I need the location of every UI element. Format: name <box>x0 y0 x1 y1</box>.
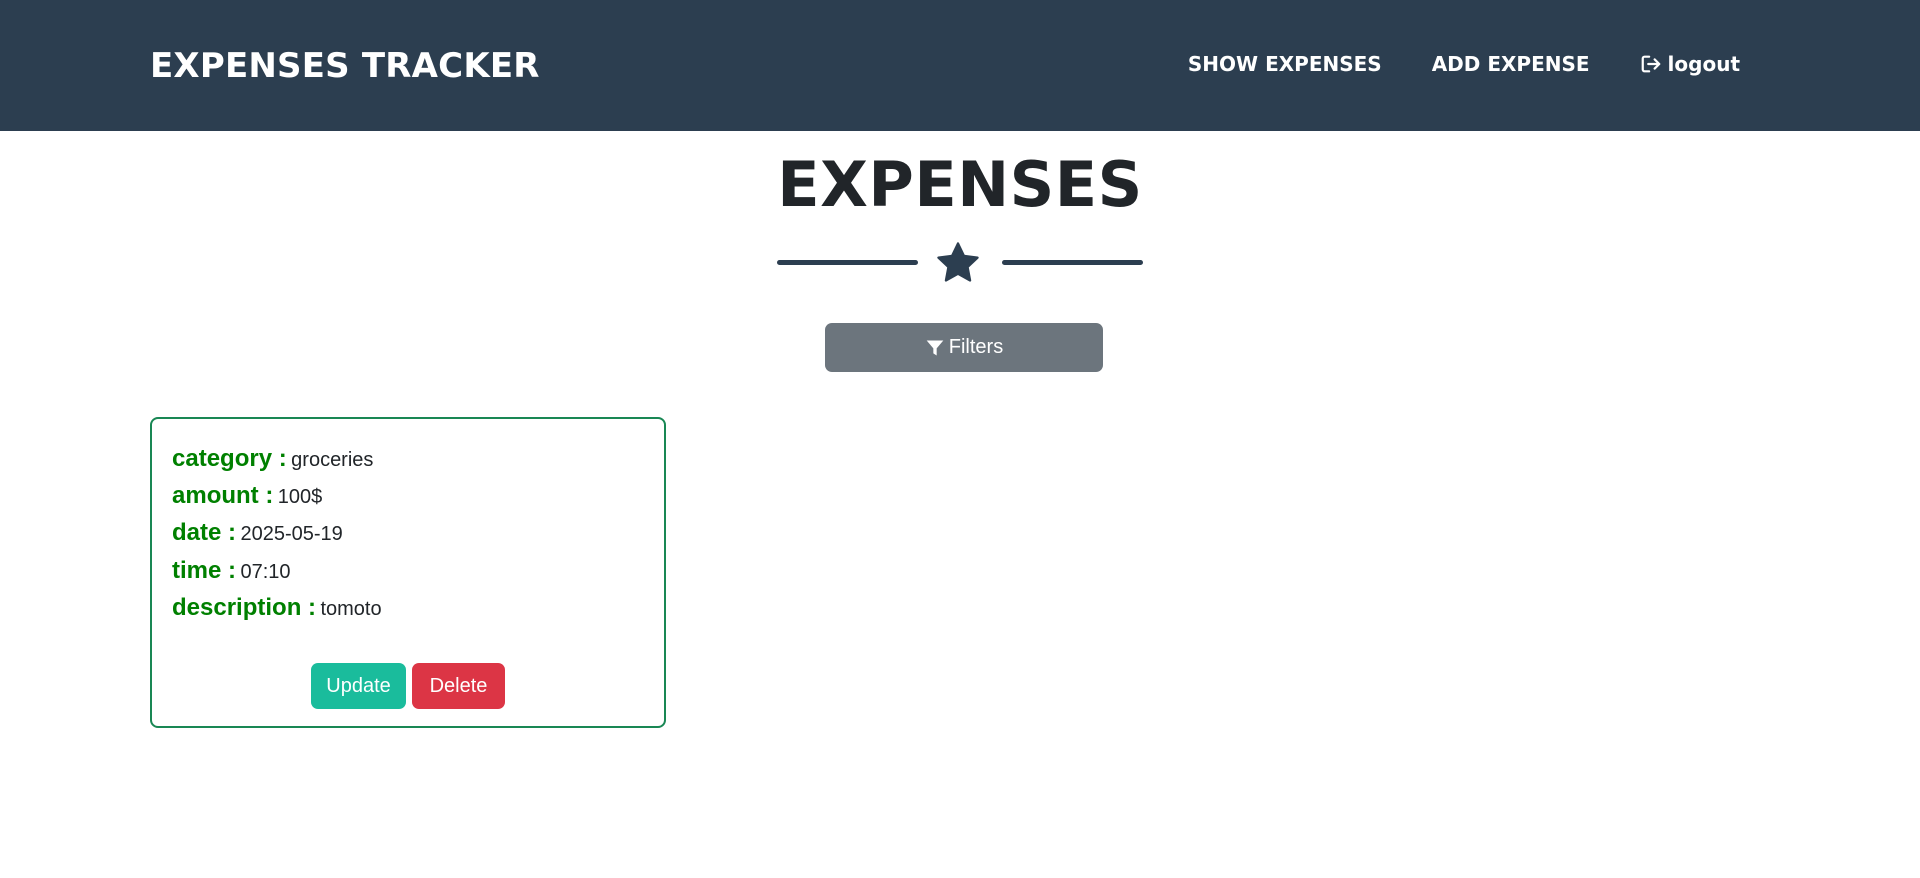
delete-button[interactable]: Delete <box>412 663 505 709</box>
nav-links: SHOW EXPENSES ADD EXPENSE logout <box>1138 52 1740 76</box>
description-label: description : <box>172 594 317 621</box>
time-field: time : 07:10 <box>172 557 291 585</box>
card-actions: Update Delete <box>152 663 664 709</box>
category-value: groceries <box>291 449 374 471</box>
description-field: description : tomoto <box>172 594 382 622</box>
nav-add-expense-link[interactable]: ADD EXPENSE <box>1432 52 1590 76</box>
amount-value: 100$ <box>277 486 323 508</box>
nav-show-expenses-link[interactable]: SHOW EXPENSES <box>1188 52 1382 76</box>
title-divider <box>777 238 1143 288</box>
amount-label: amount : <box>172 482 274 509</box>
category-field: category : groceries <box>172 445 373 473</box>
filter-icon <box>926 340 944 355</box>
star-icon <box>937 242 979 282</box>
time-value: 07:10 <box>240 561 291 583</box>
sign-out-icon <box>1641 55 1660 73</box>
logout-link[interactable]: logout <box>1640 52 1740 76</box>
update-button[interactable]: Update <box>311 663 406 709</box>
date-label: date : <box>172 519 237 546</box>
logout-label: logout <box>1667 52 1740 76</box>
amount-field: amount : 100$ <box>172 482 322 510</box>
date-value: 2025-05-19 <box>240 523 343 545</box>
page-title: EXPENSES <box>777 148 1143 221</box>
description-value: tomoto <box>320 598 382 620</box>
filters-label: Filters <box>948 336 1004 358</box>
divider-line-left <box>777 260 918 265</box>
brand-link[interactable]: EXPENSES TRACKER <box>150 46 540 86</box>
date-field: date : 2025-05-19 <box>172 519 343 547</box>
time-label: time : <box>172 557 237 584</box>
filters-button[interactable]: Filters <box>825 323 1103 372</box>
category-label: category : <box>172 445 287 472</box>
navbar: EXPENSES TRACKER SHOW EXPENSES ADD EXPEN… <box>0 0 1920 131</box>
expense-card: category : groceries amount : 100$ date … <box>150 417 666 728</box>
divider-line-right <box>1002 260 1143 265</box>
